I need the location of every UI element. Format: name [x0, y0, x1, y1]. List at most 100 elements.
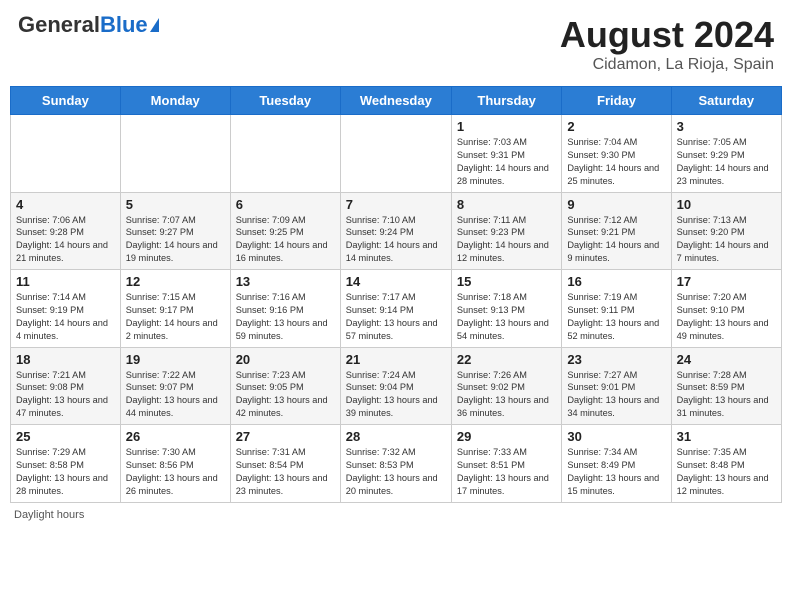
calendar-day-cell: 15 Sunrise: 7:18 AM Sunset: 9:13 PM Dayli…: [451, 270, 561, 348]
calendar-day-cell: 27Sunrise: 7:31 AM Sunset: 8:54 PM Dayli…: [230, 425, 340, 503]
day-number: 10: [677, 197, 776, 212]
calendar-day-cell: 1 Sunrise: 7:03 AM Sunset: 9:31 PM Daylig…: [451, 115, 561, 193]
calendar-day-cell: 18 Sunrise: 7:21 AM Sunset: 9:08 PM Dayli…: [11, 347, 121, 425]
day-number: 14: [346, 274, 446, 289]
calendar-day-cell: 16 Sunrise: 7:19 AM Sunset: 9:11 PM Dayli…: [562, 270, 671, 348]
calendar-day-cell: [340, 115, 451, 193]
day-number: 16: [567, 274, 665, 289]
calendar-day-cell: 28 Sunrise: 7:32 AM Sunset: 8:53 PM Dayli…: [340, 425, 451, 503]
day-number: 18: [16, 352, 115, 367]
day-info: Sunrise: 7:20 AM Sunset: 9:10 PM Dayligh…: [677, 291, 776, 343]
calendar-subtitle: Cidamon, La Rioja, Spain: [560, 56, 774, 74]
day-number: 20: [236, 352, 335, 367]
day-number: 28: [346, 429, 446, 444]
day-number: 8: [457, 197, 556, 212]
calendar-day-header: Sunday: [11, 87, 121, 115]
calendar-day-header: Friday: [562, 87, 671, 115]
calendar-week-row: 18 Sunrise: 7:21 AM Sunset: 9:08 PM Dayli…: [11, 347, 782, 425]
day-number: 6: [236, 197, 335, 212]
calendar-day-cell: 20Sunrise: 7:23 AM Sunset: 9:05 PM Dayli…: [230, 347, 340, 425]
logo-general: General: [18, 12, 100, 37]
calendar-day-cell: [230, 115, 340, 193]
calendar-day-cell: [11, 115, 121, 193]
calendar-week-row: 25Sunrise: 7:29 AM Sunset: 8:58 PM Dayli…: [11, 425, 782, 503]
day-info: Sunrise: 7:26 AM Sunset: 9:02 PM Dayligh…: [457, 369, 556, 421]
calendar-day-header: Thursday: [451, 87, 561, 115]
calendar-week-row: 11 Sunrise: 7:14 AM Sunset: 9:19 PM Dayli…: [11, 270, 782, 348]
day-number: 1: [457, 119, 556, 134]
calendar-day-cell: 26 Sunrise: 7:30 AM Sunset: 8:56 PM Dayli…: [120, 425, 230, 503]
footer-text: Daylight hours: [14, 509, 84, 521]
calendar-day-cell: 31Sunrise: 7:35 AM Sunset: 8:48 PM Dayli…: [671, 425, 781, 503]
day-info: Sunrise: 7:18 AM Sunset: 9:13 PM Dayligh…: [457, 291, 556, 343]
calendar-day-cell: 9 Sunrise: 7:12 AM Sunset: 9:21 PM Daylig…: [562, 192, 671, 270]
day-number: 7: [346, 197, 446, 212]
calendar-day-header: Tuesday: [230, 87, 340, 115]
day-number: 21: [346, 352, 446, 367]
day-info: Sunrise: 7:27 AM Sunset: 9:01 PM Dayligh…: [567, 369, 665, 421]
calendar-day-cell: 2 Sunrise: 7:04 AM Sunset: 9:30 PM Daylig…: [562, 115, 671, 193]
calendar-day-cell: 8 Sunrise: 7:11 AM Sunset: 9:23 PM Daylig…: [451, 192, 561, 270]
day-info: Sunrise: 7:05 AM Sunset: 9:29 PM Dayligh…: [677, 136, 776, 188]
title-section: August 2024 Cidamon, La Rioja, Spain: [560, 14, 774, 74]
day-info: Sunrise: 7:14 AM Sunset: 9:19 PM Dayligh…: [16, 291, 115, 343]
day-number: 22: [457, 352, 556, 367]
logo-text: GeneralBlue: [18, 14, 148, 36]
day-info: Sunrise: 7:33 AM Sunset: 8:51 PM Dayligh…: [457, 446, 556, 498]
day-info: Sunrise: 7:04 AM Sunset: 9:30 PM Dayligh…: [567, 136, 665, 188]
day-info: Sunrise: 7:19 AM Sunset: 9:11 PM Dayligh…: [567, 291, 665, 343]
day-info: Sunrise: 7:13 AM Sunset: 9:20 PM Dayligh…: [677, 214, 776, 266]
day-info: Sunrise: 7:15 AM Sunset: 9:17 PM Dayligh…: [126, 291, 225, 343]
day-number: 12: [126, 274, 225, 289]
day-number: 29: [457, 429, 556, 444]
day-info: Sunrise: 7:34 AM Sunset: 8:49 PM Dayligh…: [567, 446, 665, 498]
calendar-day-cell: 29 Sunrise: 7:33 AM Sunset: 8:51 PM Dayli…: [451, 425, 561, 503]
calendar-table: SundayMondayTuesdayWednesdayThursdayFrid…: [10, 86, 782, 503]
day-number: 11: [16, 274, 115, 289]
day-number: 3: [677, 119, 776, 134]
logo: GeneralBlue: [18, 14, 159, 36]
calendar-week-row: 1 Sunrise: 7:03 AM Sunset: 9:31 PM Daylig…: [11, 115, 782, 193]
day-number: 5: [126, 197, 225, 212]
day-number: 26: [126, 429, 225, 444]
day-info: Sunrise: 7:06 AM Sunset: 9:28 PM Dayligh…: [16, 214, 115, 266]
logo-blue: Blue: [100, 12, 148, 37]
day-number: 17: [677, 274, 776, 289]
day-info: Sunrise: 7:09 AM Sunset: 9:25 PM Dayligh…: [236, 214, 335, 266]
footer-daylight: Daylight hours: [10, 509, 782, 521]
calendar-day-cell: 21 Sunrise: 7:24 AM Sunset: 9:04 PM Dayli…: [340, 347, 451, 425]
day-info: Sunrise: 7:28 AM Sunset: 8:59 PM Dayligh…: [677, 369, 776, 421]
day-info: Sunrise: 7:03 AM Sunset: 9:31 PM Dayligh…: [457, 136, 556, 188]
day-number: 2: [567, 119, 665, 134]
day-info: Sunrise: 7:24 AM Sunset: 9:04 PM Dayligh…: [346, 369, 446, 421]
calendar-title: August 2024: [560, 14, 774, 56]
calendar-day-cell: [120, 115, 230, 193]
calendar-day-cell: 7 Sunrise: 7:10 AM Sunset: 9:24 PM Daylig…: [340, 192, 451, 270]
day-info: Sunrise: 7:17 AM Sunset: 9:14 PM Dayligh…: [346, 291, 446, 343]
calendar-day-cell: 5 Sunrise: 7:07 AM Sunset: 9:27 PM Daylig…: [120, 192, 230, 270]
logo-triangle-icon: [150, 18, 159, 32]
day-info: Sunrise: 7:07 AM Sunset: 9:27 PM Dayligh…: [126, 214, 225, 266]
day-info: Sunrise: 7:32 AM Sunset: 8:53 PM Dayligh…: [346, 446, 446, 498]
calendar-day-cell: 11 Sunrise: 7:14 AM Sunset: 9:19 PM Dayli…: [11, 270, 121, 348]
day-number: 13: [236, 274, 335, 289]
day-number: 19: [126, 352, 225, 367]
day-info: Sunrise: 7:30 AM Sunset: 8:56 PM Dayligh…: [126, 446, 225, 498]
day-info: Sunrise: 7:21 AM Sunset: 9:08 PM Dayligh…: [16, 369, 115, 421]
calendar-day-cell: 25Sunrise: 7:29 AM Sunset: 8:58 PM Dayli…: [11, 425, 121, 503]
calendar-day-header: Wednesday: [340, 87, 451, 115]
calendar-day-cell: 22 Sunrise: 7:26 AM Sunset: 9:02 PM Dayli…: [451, 347, 561, 425]
day-number: 15: [457, 274, 556, 289]
calendar-day-header: Saturday: [671, 87, 781, 115]
calendar-day-cell: 14 Sunrise: 7:17 AM Sunset: 9:14 PM Dayli…: [340, 270, 451, 348]
day-info: Sunrise: 7:22 AM Sunset: 9:07 PM Dayligh…: [126, 369, 225, 421]
day-info: Sunrise: 7:29 AM Sunset: 8:58 PM Dayligh…: [16, 446, 115, 498]
day-info: Sunrise: 7:12 AM Sunset: 9:21 PM Dayligh…: [567, 214, 665, 266]
day-number: 24: [677, 352, 776, 367]
calendar-day-cell: 12 Sunrise: 7:15 AM Sunset: 9:17 PM Dayli…: [120, 270, 230, 348]
day-info: Sunrise: 7:11 AM Sunset: 9:23 PM Dayligh…: [457, 214, 556, 266]
day-number: 27: [236, 429, 335, 444]
calendar-day-cell: 19 Sunrise: 7:22 AM Sunset: 9:07 PM Dayli…: [120, 347, 230, 425]
day-number: 9: [567, 197, 665, 212]
day-info: Sunrise: 7:10 AM Sunset: 9:24 PM Dayligh…: [346, 214, 446, 266]
